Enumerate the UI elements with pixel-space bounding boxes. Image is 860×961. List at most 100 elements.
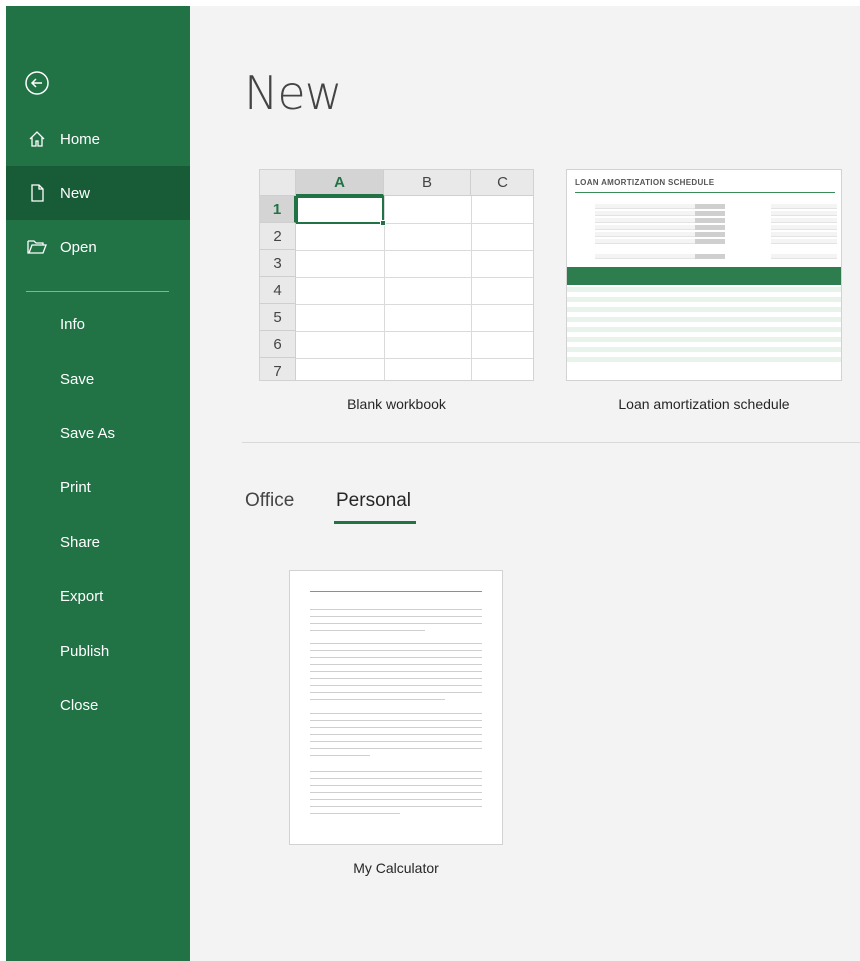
preview-table-header xyxy=(567,267,841,285)
preview-line xyxy=(310,713,482,714)
grid-line xyxy=(296,250,533,251)
preview-line xyxy=(310,643,482,644)
preview-line xyxy=(310,692,482,693)
nav-share-label: Share xyxy=(60,533,101,551)
nav-open[interactable]: Open xyxy=(6,220,190,274)
grid-line xyxy=(296,331,533,332)
backstage-sidebar: Home New Open Info Save Save As Print Sh… xyxy=(6,6,190,961)
preview-line xyxy=(310,727,482,728)
nav-info-label: Info xyxy=(60,315,86,333)
loan-preview-title: LOAN AMORTIZATION SCHEDULE xyxy=(575,178,715,187)
nav-publish[interactable]: Publish xyxy=(6,624,190,678)
nav-save-as-label: Save As xyxy=(60,424,116,442)
nav-save[interactable]: Save xyxy=(6,352,190,406)
preview-line xyxy=(310,771,482,772)
nav-close-label: Close xyxy=(60,696,99,714)
tab-active-indicator xyxy=(334,521,416,524)
preview-cell xyxy=(695,254,725,259)
template-my-calculator[interactable] xyxy=(289,570,503,845)
preview-line xyxy=(310,778,482,779)
column-header: C xyxy=(471,170,533,196)
preview-row xyxy=(771,232,837,237)
template-blank-workbook[interactable]: A B C 1 2 3 4 5 6 7 xyxy=(259,169,534,381)
preview-row xyxy=(771,254,837,259)
preview-cell xyxy=(695,204,725,209)
preview-line xyxy=(310,699,445,700)
preview-cell xyxy=(695,232,725,237)
preview-cell xyxy=(695,218,725,223)
preview-line xyxy=(310,616,482,617)
preview-line xyxy=(310,799,482,800)
template-label: Loan amortization schedule xyxy=(618,396,790,412)
template-label: My Calculator xyxy=(353,860,439,876)
preview-row xyxy=(771,204,837,209)
nav-save-label: Save xyxy=(60,370,95,388)
preview-row xyxy=(595,232,695,237)
preview-band xyxy=(567,357,841,362)
preview-line xyxy=(310,720,482,721)
circle-arrow-left-icon xyxy=(25,71,49,95)
preview-line xyxy=(310,609,482,610)
row-header: 1 xyxy=(260,196,296,223)
preview-line xyxy=(310,792,482,793)
nav-print[interactable]: Print xyxy=(6,460,190,514)
preview-row xyxy=(595,218,695,223)
back-button[interactable] xyxy=(24,70,50,96)
column-header: B xyxy=(384,170,471,196)
tab-office[interactable]: Office xyxy=(245,490,294,512)
nav-export[interactable]: Export xyxy=(6,569,190,623)
preview-row xyxy=(595,225,695,230)
active-cell xyxy=(296,196,384,224)
nav-save-as[interactable]: Save As xyxy=(6,406,190,460)
grid-line xyxy=(296,358,533,359)
nav-print-label: Print xyxy=(60,478,91,496)
nav-new-label: New xyxy=(60,184,91,202)
row-header: 4 xyxy=(260,277,296,304)
preview-line xyxy=(310,650,482,651)
nav-export-label: Export xyxy=(60,587,104,605)
preview-row xyxy=(595,204,695,209)
sidebar-divider xyxy=(26,291,169,292)
preview-row xyxy=(771,218,837,223)
preview-line xyxy=(310,755,370,756)
grid-line xyxy=(296,277,533,278)
preview-line xyxy=(310,623,482,624)
preview-line xyxy=(310,678,482,679)
template-loan-amortization[interactable]: LOAN AMORTIZATION SCHEDULE xyxy=(566,169,842,381)
grid-line xyxy=(296,304,533,305)
preview-line xyxy=(310,671,482,672)
preview-row xyxy=(595,239,695,244)
main-panel: New A B C 1 2 3 4 5 6 7 Blank workbook L… xyxy=(190,6,860,961)
section-divider xyxy=(242,442,860,443)
nav-info[interactable]: Info xyxy=(6,297,190,351)
preview-row xyxy=(771,211,837,216)
preview-line xyxy=(310,657,482,658)
template-label: Blank workbook xyxy=(347,396,446,412)
row-header: 2 xyxy=(260,223,296,250)
preview-cell xyxy=(695,225,725,230)
nav-home-label: Home xyxy=(60,130,101,148)
nav-share[interactable]: Share xyxy=(6,515,190,569)
preview-line xyxy=(310,813,400,814)
nav-close[interactable]: Close xyxy=(6,678,190,732)
corner-header xyxy=(260,170,296,196)
open-folder-icon xyxy=(26,236,48,258)
nav-open-label: Open xyxy=(60,238,97,256)
preview-rule xyxy=(575,192,835,193)
row-header: 7 xyxy=(260,358,296,380)
tab-personal[interactable]: Personal xyxy=(336,490,411,512)
nav-publish-label: Publish xyxy=(60,642,110,660)
row-header: 5 xyxy=(260,304,296,331)
preview-line xyxy=(310,630,425,631)
preview-row xyxy=(771,225,837,230)
preview-row xyxy=(595,211,695,216)
preview-row xyxy=(771,239,837,244)
preview-line xyxy=(310,748,482,749)
nav-home[interactable]: Home xyxy=(6,112,190,166)
preview-line xyxy=(310,734,482,735)
fill-handle xyxy=(380,220,386,226)
column-header: A xyxy=(296,170,384,196)
nav-new[interactable]: New xyxy=(6,166,190,220)
blank-workbook-preview: A B C 1 2 3 4 5 6 7 xyxy=(260,170,533,380)
preview-line xyxy=(310,664,482,665)
